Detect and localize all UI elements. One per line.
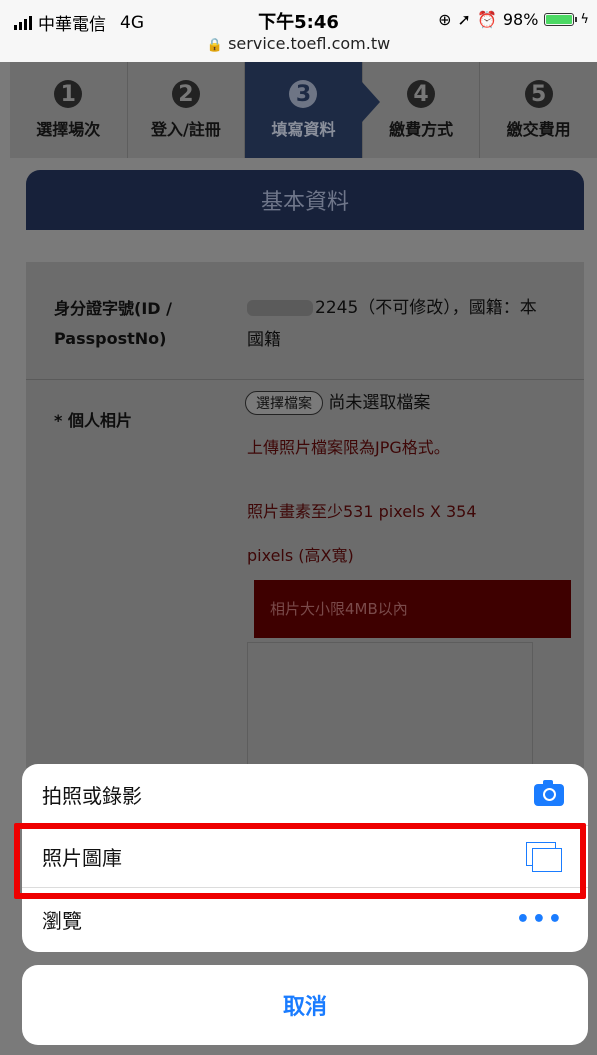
- step-label: 登入/註冊: [150, 120, 221, 139]
- alarm-icon: ⏰: [476, 10, 497, 29]
- cancel-button[interactable]: 取消: [22, 965, 588, 1045]
- id-label-line1: 身分證字號(ID /: [54, 299, 172, 318]
- id-value: 2245（不可修改），國籍：本 國籍: [247, 292, 577, 356]
- form-panel: 身分證字號(ID / PasspostNo) 2245（不可修改），國籍：本 國…: [26, 262, 584, 782]
- photo-preview-frame: [247, 642, 533, 782]
- step-number: 4: [407, 80, 436, 108]
- battery-icon: [544, 13, 578, 26]
- browse-label: 瀏覽: [42, 908, 82, 933]
- photo-library-option[interactable]: 照片圖庫: [22, 826, 588, 888]
- photo-library-label: 照片圖庫: [42, 846, 122, 870]
- note-pixels-line2: pixels (高X寬): [247, 546, 354, 565]
- step-select-session: 1 選擇場次: [10, 62, 128, 158]
- location-icon: ➚: [457, 10, 471, 29]
- redacted-id: [247, 300, 313, 316]
- status-bar: 中華電信 4G 下午5:46 🔒 service.toefl.com.tw ⊕ …: [0, 0, 597, 62]
- photo-library-icon: [526, 841, 564, 872]
- camera-icon: [534, 779, 564, 806]
- no-file-text: 尚未選取檔案: [328, 393, 431, 413]
- id-row: 身分證字號(ID / PasspostNo) 2245（不可修改），國籍：本 國…: [26, 262, 584, 380]
- step-number: 1: [54, 80, 83, 108]
- note-jpg: 上傳照片檔案限為JPG格式。: [247, 438, 450, 457]
- id-label-line2: PasspostNo): [54, 329, 167, 348]
- section-title: 基本資料: [26, 170, 584, 230]
- battery-percent: 98%: [502, 10, 539, 29]
- file-input: 選擇檔案 尚未選取檔案: [245, 388, 430, 415]
- step-label: 填寫資料: [271, 120, 336, 139]
- nationality-label: ，國籍：本: [451, 298, 537, 318]
- status-right: ⊕ ➚ ⏰ 98% ϟ: [438, 10, 589, 29]
- step-number: 2: [171, 80, 200, 108]
- id-label: 身分證字號(ID / PasspostNo): [54, 294, 172, 354]
- browse-option[interactable]: 瀏覽 •••: [22, 888, 588, 950]
- note-size-banner: 相片大小限4MB以內: [254, 580, 571, 638]
- lock-icon: 🔒: [206, 38, 223, 53]
- action-sheet: 拍照或錄影 照片圖庫 瀏覽 •••: [22, 764, 588, 952]
- address-url: service.toefl.com.tw: [228, 34, 391, 53]
- choose-file-button[interactable]: 選擇檔案: [245, 391, 323, 415]
- nationality-value: 國籍: [247, 330, 281, 350]
- step-label: 繳交費用: [506, 120, 571, 139]
- more-icon: •••: [515, 906, 564, 932]
- charging-icon: ϟ: [580, 12, 589, 27]
- id-number-suffix: 2245（不可修改）: [315, 298, 452, 318]
- take-photo-option[interactable]: 拍照或錄影: [22, 764, 588, 826]
- note-pixels-line1: 照片畫素至少531 pixels X 354: [247, 502, 477, 521]
- step-fill-info: 3 填寫資料: [245, 62, 380, 158]
- rotation-lock-icon: ⊕: [438, 10, 452, 29]
- step-label: 繳費方式: [389, 120, 454, 139]
- step-login-register: 2 登入/註冊: [128, 62, 246, 158]
- step-number: 5: [524, 80, 553, 108]
- take-photo-label: 拍照或錄影: [42, 784, 142, 808]
- address-bar[interactable]: 🔒 service.toefl.com.tw: [0, 34, 597, 53]
- progress-steps: 1 選擇場次 2 登入/註冊 3 填寫資料 4 繳費方式 5 繳交費用: [10, 62, 597, 158]
- step-number: 3: [289, 80, 318, 108]
- photo-label: * 個人相片: [54, 411, 132, 430]
- step-label: 選擇場次: [36, 120, 101, 139]
- step-payment-method: 4 繳費方式: [363, 62, 481, 158]
- step-pay-fee: 5 繳交費用: [480, 62, 597, 158]
